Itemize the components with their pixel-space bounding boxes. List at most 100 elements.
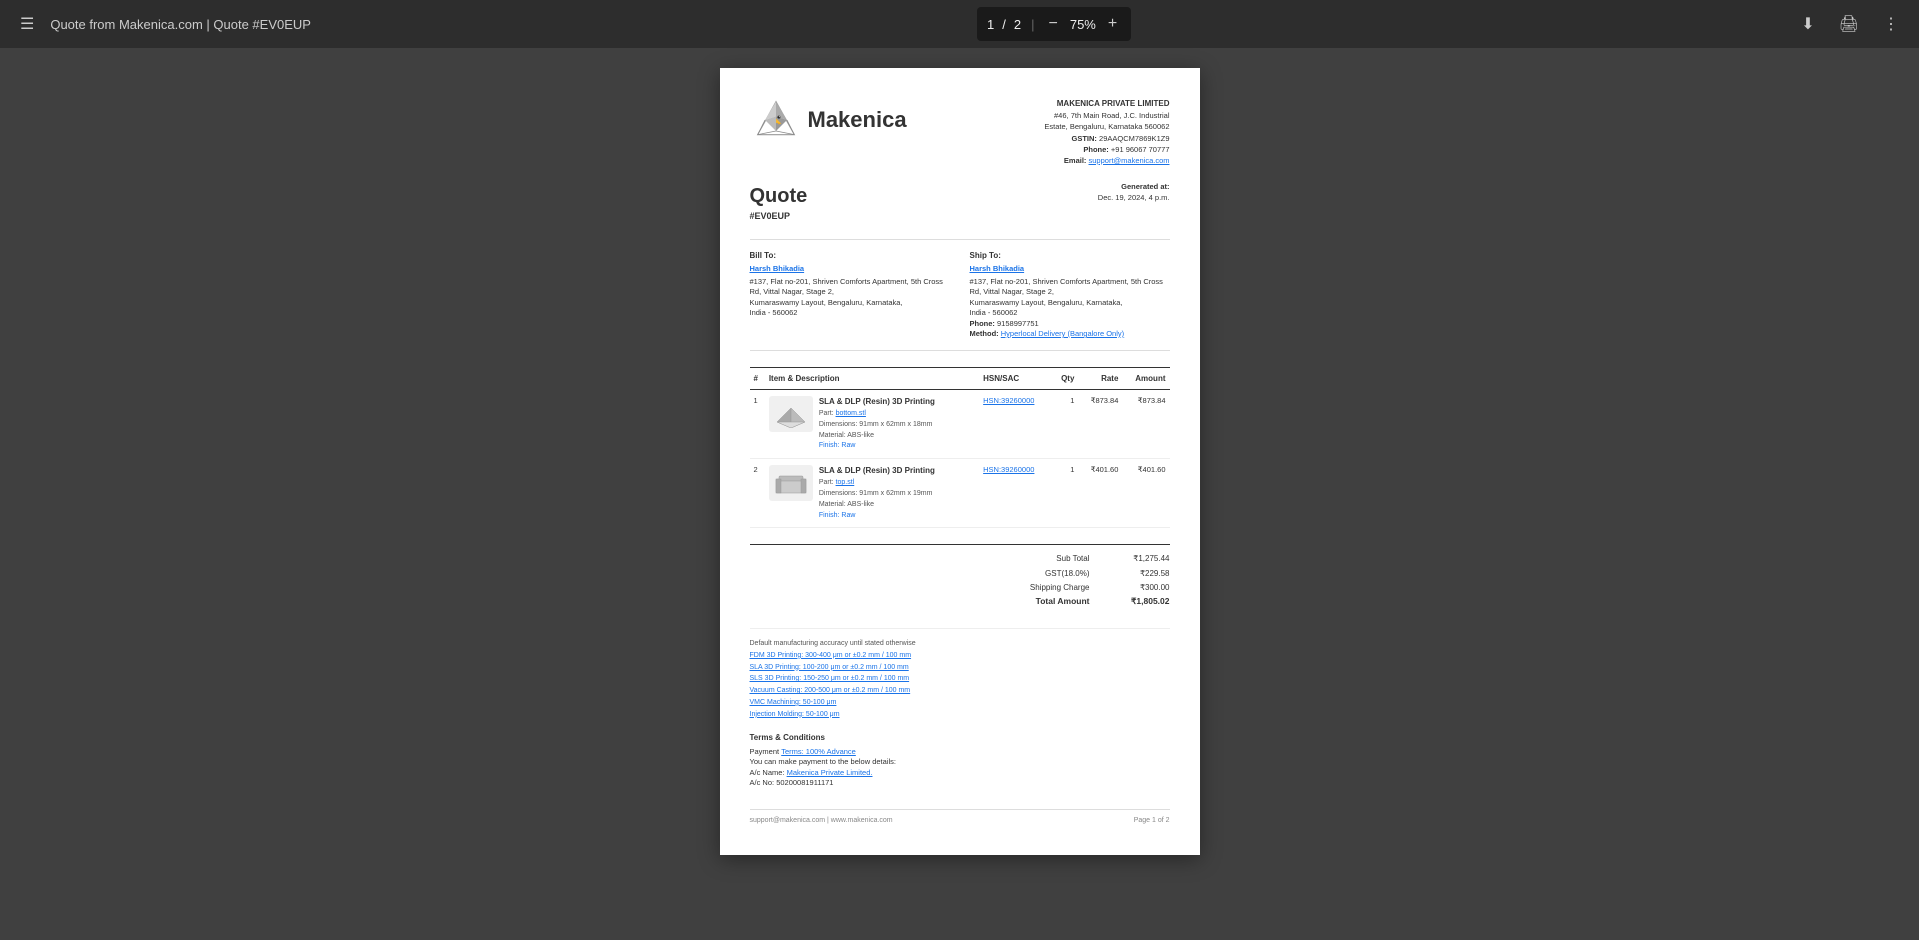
item2-amount: ₹401.60 bbox=[1122, 459, 1169, 528]
toolbar: ☰ Quote from Makenica.com | Quote #EV0EU… bbox=[0, 0, 1919, 48]
company-address2: Estate, Bengaluru, Karnataka 560062 bbox=[1044, 121, 1169, 132]
item2-qty: 1 bbox=[1052, 459, 1078, 528]
terms-ac-no: A/c No: 50200081911171 bbox=[750, 778, 1170, 789]
terms-title: Terms & Conditions bbox=[750, 732, 1170, 743]
item1-amount: ₹873.84 bbox=[1122, 389, 1169, 458]
bill-to-name: Harsh Bhikadia bbox=[750, 264, 950, 275]
bill-to-label: Bill To: bbox=[750, 250, 950, 261]
zoom-out-button[interactable]: − bbox=[1045, 11, 1062, 37]
item1-number: 1 bbox=[750, 389, 765, 458]
gst-value: ₹229.58 bbox=[1110, 568, 1170, 579]
gst-row: GST(18.0%) ₹229.58 bbox=[750, 568, 1170, 579]
ship-to-name: Harsh Bhikadia bbox=[970, 264, 1170, 275]
item2-number: 2 bbox=[750, 459, 765, 528]
ship-to-phone: Phone: 9158997751 bbox=[970, 319, 1170, 330]
company-info: MAKENICA PRIVATE LIMITED #46, 7th Main R… bbox=[1044, 98, 1169, 166]
subtotal-value: ₹1,275.44 bbox=[1110, 553, 1170, 564]
terms-payment-note: You can make payment to the below detail… bbox=[750, 757, 1170, 768]
quote-title-block: Quote #EV0EUP bbox=[750, 182, 808, 223]
col-item: Item & Description bbox=[765, 367, 979, 389]
ship-to-country: India - 560062 bbox=[970, 308, 1170, 319]
company-logo bbox=[750, 98, 802, 142]
download-button[interactable]: ⬇ bbox=[1797, 10, 1818, 38]
ship-to-method: Method: Hyperlocal Delivery (Bangalore O… bbox=[970, 329, 1170, 340]
terms-payment: Payment Terms: 100% Advance bbox=[750, 747, 1170, 758]
note-vacuum: Vacuum Casting: 200-500 μm or ±0.2 mm / … bbox=[750, 686, 1170, 696]
toolbar-center: 1 / 2 | − 75% + bbox=[977, 7, 1131, 41]
bill-to-address: #137, Flat no-201, Shriven Comforts Apar… bbox=[750, 277, 950, 298]
company-email: Email: support@makenica.com bbox=[1044, 155, 1169, 166]
gst-label: GST(18.0%) bbox=[990, 568, 1090, 579]
ship-to-label: Ship To: bbox=[970, 250, 1170, 261]
col-number: # bbox=[750, 367, 765, 389]
page-current: 1 bbox=[987, 17, 994, 32]
col-rate: Rate bbox=[1078, 367, 1122, 389]
quote-title: Quote bbox=[750, 182, 808, 210]
company-logo-text: Makenica bbox=[808, 105, 907, 136]
table-row: 1 bbox=[750, 389, 1170, 458]
item1-details: SLA & DLP (Resin) 3D Printing Part: bott… bbox=[819, 396, 935, 452]
company-address1: #46, 7th Main Road, J.C. Industrial bbox=[1044, 110, 1169, 121]
footer-email: support@makenica.com | www.makenica.com bbox=[750, 816, 893, 826]
address-section: Bill To: Harsh Bhikadia #137, Flat no-20… bbox=[750, 239, 1170, 351]
note-sls: SLS 3D Printing: 150-250 μm or ±0.2 mm /… bbox=[750, 674, 1170, 684]
subtotal-label: Sub Total bbox=[990, 553, 1090, 564]
totals-section: Sub Total ₹1,275.44 GST(18.0%) ₹229.58 S… bbox=[750, 544, 1170, 607]
pdf-viewer: Makenica MAKENICA PRIVATE LIMITED #46, 7… bbox=[0, 48, 1919, 940]
doc-footer: support@makenica.com | www.makenica.com … bbox=[750, 809, 1170, 826]
document-title: Quote from Makenica.com | Quote #EV0EUP bbox=[50, 17, 311, 32]
ship-to-address: #137, Flat no-201, Shriven Comforts Apar… bbox=[970, 277, 1170, 298]
terms-section: Terms & Conditions Payment Terms: 100% A… bbox=[750, 732, 1170, 789]
more-options-button[interactable]: ⋮ bbox=[1879, 10, 1903, 38]
quote-title-section: Quote #EV0EUP Generated at: Dec. 19, 202… bbox=[750, 182, 1170, 223]
item2-hsn: HSN:39260000 bbox=[979, 459, 1052, 528]
ship-to-city: Kumaraswamy Layout, Bengaluru, Karnataka… bbox=[970, 298, 1170, 309]
part2-svg bbox=[773, 469, 809, 497]
separator: | bbox=[1029, 17, 1036, 32]
menu-button[interactable]: ☰ bbox=[16, 10, 38, 38]
toolbar-right: ⬇ 🖨 ⋮ bbox=[1797, 10, 1903, 38]
quote-number: #EV0EUP bbox=[750, 210, 808, 223]
total-row: Total Amount ₹1,805.02 bbox=[750, 596, 1170, 608]
bill-to-block: Bill To: Harsh Bhikadia #137, Flat no-20… bbox=[750, 250, 950, 340]
shipping-row: Shipping Charge ₹300.00 bbox=[750, 582, 1170, 593]
generated-at-block: Generated at: Dec. 19, 2024, 4 p.m. bbox=[1098, 182, 1170, 203]
generated-date: Dec. 19, 2024, 4 p.m. bbox=[1098, 193, 1170, 202]
items-table: # Item & Description HSN/SAC Qty Rate Am… bbox=[750, 367, 1170, 529]
total-value: ₹1,805.02 bbox=[1110, 596, 1170, 608]
terms-ac-name: A/c Name: Makenica Private Limited. bbox=[750, 768, 1170, 779]
subtotal-row: Sub Total ₹1,275.44 bbox=[750, 553, 1170, 564]
shipping-value: ₹300.00 bbox=[1110, 582, 1170, 593]
item2-desc: SLA & DLP (Resin) 3D Printing Part: top.… bbox=[765, 459, 979, 528]
logo-area: Makenica bbox=[750, 98, 907, 142]
doc-header: Makenica MAKENICA PRIVATE LIMITED #46, 7… bbox=[750, 98, 1170, 166]
print-button[interactable]: 🖨 bbox=[1835, 10, 1863, 38]
note-vmc: VMC Machining: 50-100 μm bbox=[750, 698, 1170, 708]
total-label: Total Amount bbox=[990, 596, 1090, 608]
note-fdm: FDM 3D Printing: 300-400 μm or ±0.2 mm /… bbox=[750, 651, 1170, 661]
pdf-page: Makenica MAKENICA PRIVATE LIMITED #46, 7… bbox=[720, 68, 1200, 855]
zoom-in-button[interactable]: + bbox=[1104, 11, 1121, 37]
company-phone: Phone: +91 96067 70777 bbox=[1044, 144, 1169, 155]
shipping-label: Shipping Charge bbox=[990, 582, 1090, 593]
page-total: 2 bbox=[1014, 17, 1021, 32]
item1-hsn: HSN:39260000 bbox=[979, 389, 1052, 458]
note-sla: SLA 3D Printing: 100-200 μm or ±0.2 mm /… bbox=[750, 663, 1170, 673]
col-amount: Amount bbox=[1122, 367, 1169, 389]
item1-qty: 1 bbox=[1052, 389, 1078, 458]
company-name: MAKENICA PRIVATE LIMITED bbox=[1044, 98, 1169, 110]
col-hsn: HSN/SAC bbox=[979, 367, 1052, 389]
item1-image bbox=[769, 396, 813, 432]
bill-to-city: Kumaraswamy Layout, Bengaluru, Karnataka… bbox=[750, 298, 950, 309]
notes-section: Default manufacturing accuracy until sta… bbox=[750, 628, 1170, 720]
item1-rate: ₹873.84 bbox=[1078, 389, 1122, 458]
note-accuracy: Default manufacturing accuracy until sta… bbox=[750, 639, 1170, 649]
item2-details: SLA & DLP (Resin) 3D Printing Part: top.… bbox=[819, 465, 935, 521]
item2-rate: ₹401.60 bbox=[1078, 459, 1122, 528]
page-separator: / bbox=[1002, 17, 1006, 32]
table-header-row: # Item & Description HSN/SAC Qty Rate Am… bbox=[750, 367, 1170, 389]
table-row: 2 SLA bbox=[750, 459, 1170, 528]
ship-to-block: Ship To: Harsh Bhikadia #137, Flat no-20… bbox=[970, 250, 1170, 340]
footer-page: Page 1 of 2 bbox=[1134, 816, 1170, 826]
company-gstin: GSTIN: 29AAQCM7869K1Z9 bbox=[1044, 133, 1169, 144]
